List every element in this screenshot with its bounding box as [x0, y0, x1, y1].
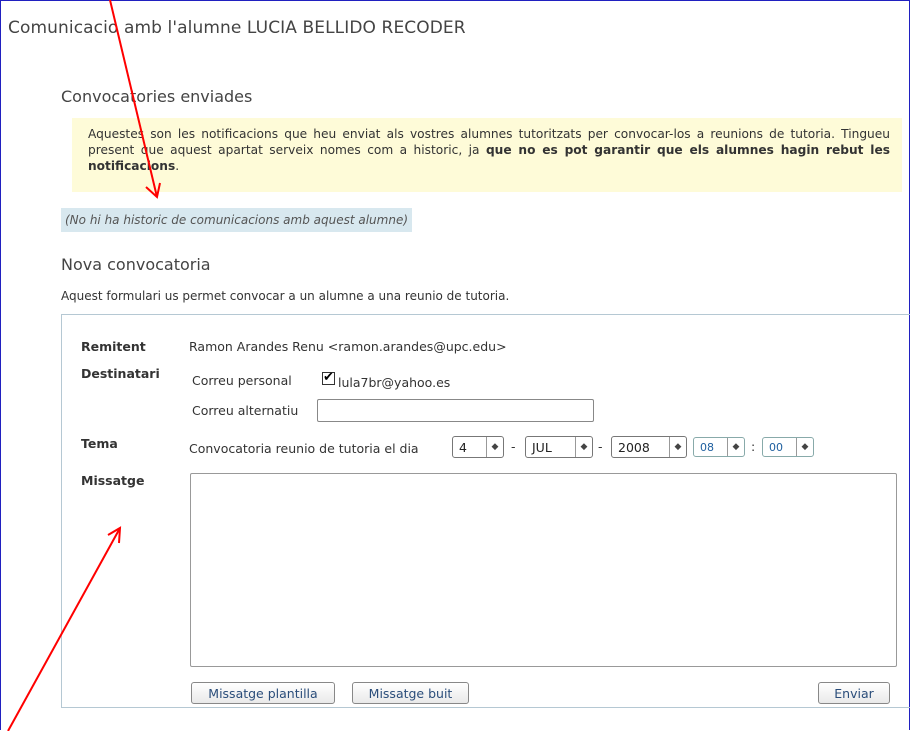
alt-email-input[interactable]	[317, 399, 594, 422]
personal-email-checkbox[interactable]: ✔	[322, 370, 335, 385]
updown-chevron-icon: ◆	[796, 438, 813, 456]
template-message-button[interactable]: Missatge plantilla	[191, 682, 335, 704]
new-section-heading: Nova convocatoria	[61, 255, 211, 274]
new-intro-text: Aquest formulari us permet convocar a un…	[61, 289, 510, 303]
subject-text: Convocatoria reunio de tutoria el dia	[189, 441, 419, 456]
notice-end: .	[175, 159, 180, 173]
day-value: 4	[459, 439, 467, 455]
updown-chevron-icon: ◆	[486, 437, 503, 457]
sender-label: Remitent	[81, 339, 146, 354]
updown-chevron-icon: ◆	[575, 437, 592, 457]
empty-message-button[interactable]: Missatge buit	[352, 682, 469, 704]
year-select[interactable]: 2008 ◆	[611, 436, 687, 458]
year-value: 2008	[618, 439, 650, 455]
hour-value: 08	[700, 440, 714, 454]
day-select[interactable]: 4 ◆	[452, 436, 504, 458]
hour-select[interactable]: 08 ◆	[693, 437, 745, 457]
no-history-message: (No hi ha historic de comunicacions amb …	[61, 208, 413, 232]
minute-value: 00	[769, 440, 783, 454]
time-separator: :	[751, 439, 756, 454]
updown-chevron-icon: ◆	[669, 437, 686, 457]
month-value: JUL	[532, 439, 552, 455]
personal-email-value: lula7br@yahoo.es	[338, 375, 451, 390]
send-button[interactable]: Enviar	[818, 682, 890, 704]
month-select[interactable]: JUL ◆	[525, 436, 593, 458]
alt-email-label: Correu alternatiu	[192, 403, 299, 418]
minute-select[interactable]: 00 ◆	[762, 437, 814, 457]
updown-chevron-icon: ◆	[727, 438, 744, 456]
personal-email-label: Correu personal	[192, 373, 292, 388]
checkmark-icon: ✔	[323, 370, 334, 385]
recipient-label: Destinatari	[81, 366, 160, 381]
sender-value: Ramon Arandes Renu <ramon.arandes@upc.ed…	[189, 339, 507, 354]
message-label: Missatge	[81, 473, 145, 488]
date-separator: -	[511, 439, 516, 454]
page-title: Comunicacio amb l'alumne LUCIA BELLIDO R…	[8, 18, 466, 38]
sent-notice: Aquestes son les notificacions que heu e…	[72, 118, 902, 192]
subject-label: Tema	[81, 436, 118, 451]
sent-section-heading: Convocatories enviades	[61, 87, 253, 106]
date-separator: -	[598, 439, 603, 454]
message-textarea[interactable]	[190, 473, 897, 667]
